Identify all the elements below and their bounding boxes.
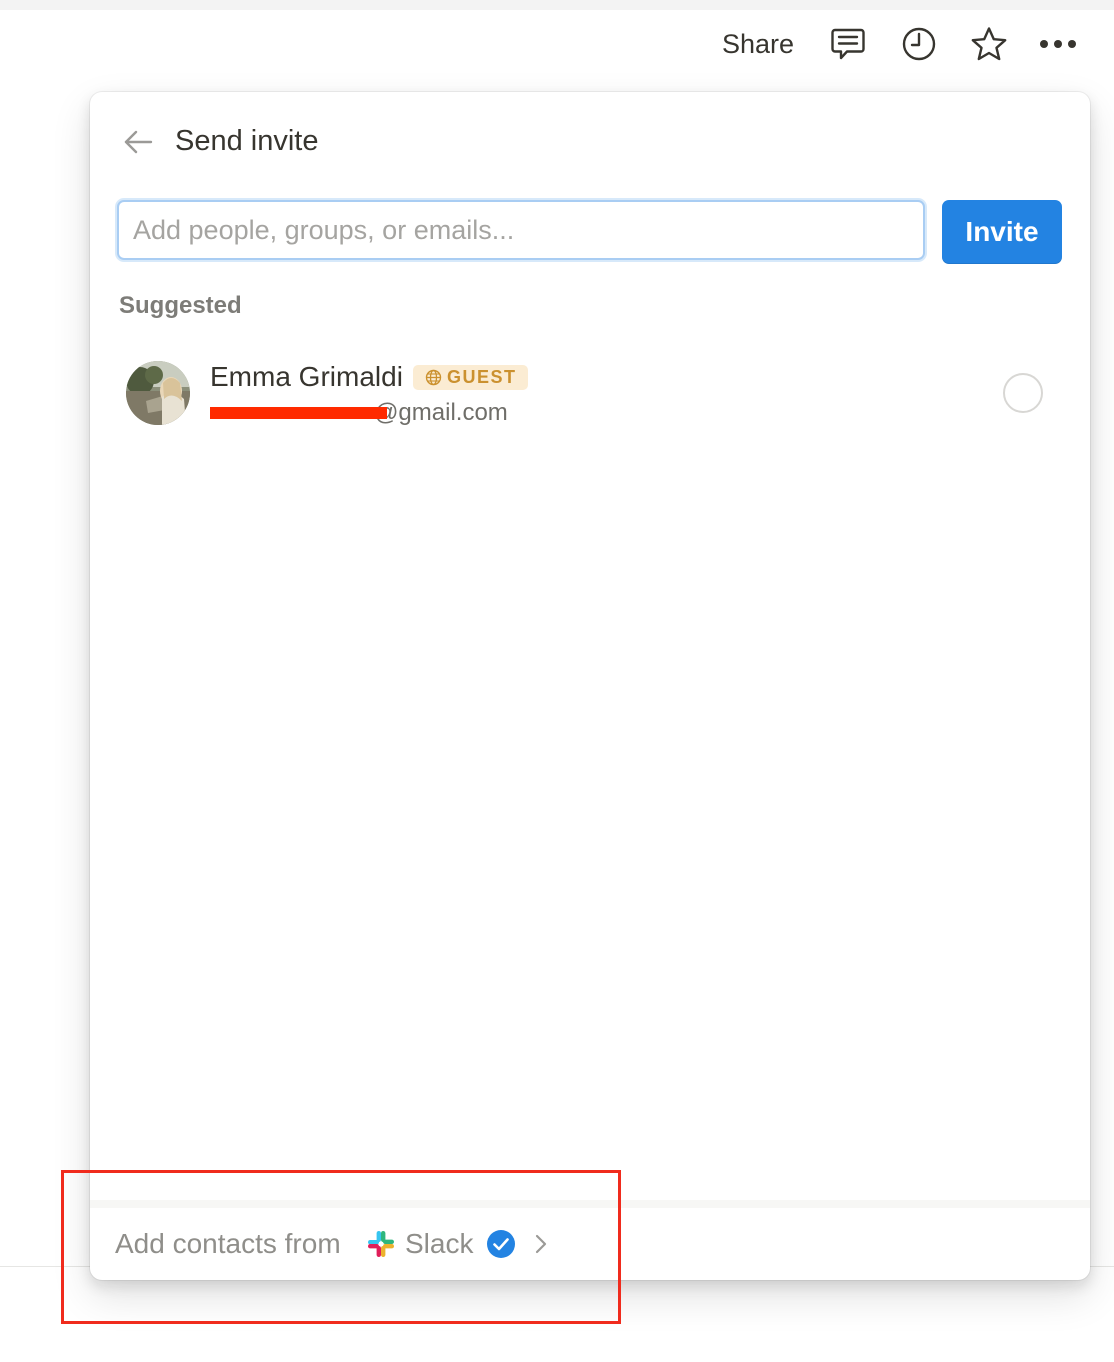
avatar — [126, 361, 190, 425]
back-arrow-icon[interactable] — [120, 124, 156, 160]
star-icon[interactable] — [969, 24, 1009, 64]
add-slack-contacts-link[interactable]: Add contacts from Slack — [90, 1208, 1090, 1280]
chevron-right-icon — [535, 1234, 547, 1254]
footer-prefix-label: Add contacts from — [115, 1228, 341, 1259]
email-redaction-mark — [210, 407, 387, 419]
footer-divider — [90, 1200, 1090, 1208]
person-name: Emma Grimaldi — [210, 361, 403, 392]
share-button[interactable]: Share — [722, 27, 794, 61]
clock-icon[interactable] — [899, 24, 939, 64]
more-icon[interactable] — [1038, 24, 1078, 64]
guest-badge: GUEST — [413, 365, 528, 390]
suggested-person-row[interactable]: Emma Grimaldi GUEST grimaldiemma9@gmail.… — [110, 350, 1070, 434]
guest-badge-label: GUEST — [447, 367, 517, 387]
checkmark-badge-icon — [487, 1230, 515, 1258]
select-person-radio[interactable] — [1003, 373, 1043, 413]
popup-title: Send invite — [175, 125, 319, 157]
slack-label: Slack — [405, 1228, 474, 1259]
suggested-section-label: Suggested — [119, 292, 242, 319]
person-email-domain: @gmail.com — [374, 399, 508, 426]
invite-button[interactable]: Invite — [942, 200, 1062, 264]
window-top-strip — [0, 0, 1114, 10]
search-input[interactable] — [117, 200, 925, 260]
slack-icon — [368, 1231, 394, 1257]
comment-icon[interactable] — [828, 24, 868, 64]
globe-icon — [425, 369, 442, 386]
send-invite-popup: Send invite Invite Suggested Emma Grimal… — [90, 92, 1090, 1280]
